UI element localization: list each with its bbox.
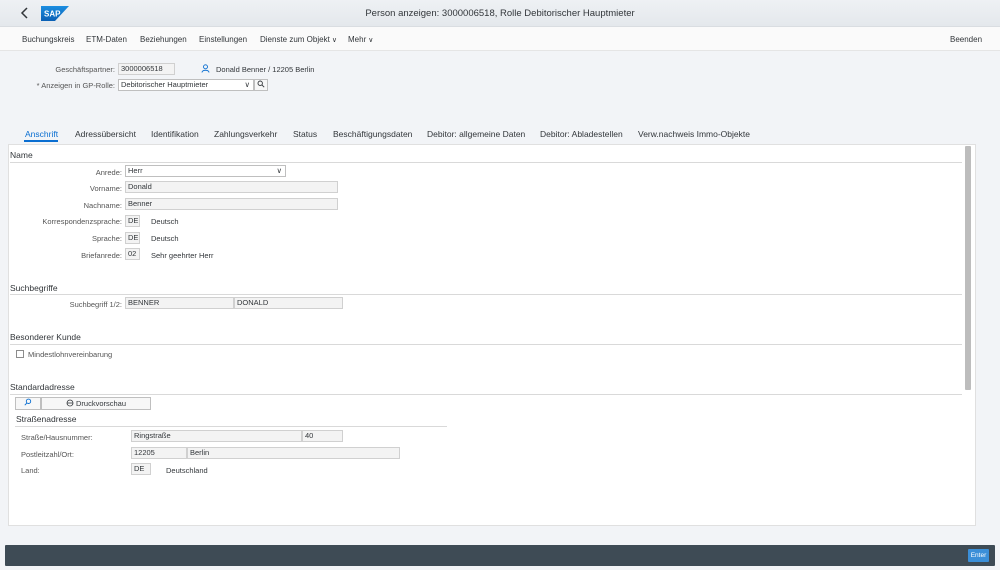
anrede-select[interactable]: Herr ∨ bbox=[125, 165, 286, 177]
vertical-scrollbar[interactable] bbox=[965, 146, 971, 390]
person-icon bbox=[201, 64, 210, 75]
search-icon bbox=[24, 398, 32, 406]
chevron-down-icon: ∨ bbox=[331, 37, 337, 44]
menu-label: Dienste zum Objekt bbox=[260, 35, 330, 44]
suchbegriff-label: Suchbegriff 1/2: bbox=[69, 300, 122, 309]
tab-debitor-allgemein[interactable]: Debitor: allgemeine Daten bbox=[427, 129, 525, 139]
enter-button[interactable]: Enter bbox=[968, 549, 989, 562]
briefanrede-text: Sehr geehrter Herr bbox=[151, 251, 214, 260]
korrespondenzsprache-label: Korrespondenzsprache: bbox=[42, 217, 122, 226]
tab-status[interactable]: Status bbox=[293, 129, 317, 139]
tab-identifikation[interactable]: Identifikation bbox=[151, 129, 199, 139]
vorname-label: Vorname: bbox=[89, 184, 122, 193]
tab-bar: Anschrift Adressübersicht Identifikation… bbox=[0, 124, 1000, 144]
exit-button[interactable]: Beenden bbox=[950, 35, 982, 44]
tab-debitor-abladestellen[interactable]: Debitor: Abladestellen bbox=[540, 129, 623, 139]
sprache-field[interactable]: DE bbox=[125, 232, 140, 244]
chevron-down-icon: ∨ bbox=[368, 37, 374, 44]
land-field[interactable]: DE bbox=[131, 463, 151, 475]
anrede-value: Herr bbox=[128, 166, 143, 175]
menu-label: Mehr bbox=[348, 35, 367, 44]
menu-item-beziehungen[interactable]: Beziehungen bbox=[140, 35, 187, 44]
section-divider bbox=[10, 162, 962, 163]
menu-item-etm-daten[interactable]: ETM-Daten bbox=[86, 35, 127, 44]
suchbegriff2-field[interactable]: DONALD bbox=[234, 297, 343, 309]
menu-item-einstellungen[interactable]: Einstellungen bbox=[199, 35, 247, 44]
strasse-field[interactable]: Ringstraße bbox=[131, 430, 302, 442]
suchbegriff1-field[interactable]: BENNER bbox=[125, 297, 234, 309]
tab-zahlungsverkehr[interactable]: Zahlungsverkehr bbox=[214, 129, 277, 139]
briefanrede-field[interactable]: 02 bbox=[125, 248, 140, 260]
tab-beschaeftigungsdaten[interactable]: Beschäftigungsdaten bbox=[333, 129, 412, 139]
land-text: Deutschland bbox=[166, 466, 208, 475]
section-title-besonderer-kunde: Besonderer Kunde bbox=[10, 332, 81, 342]
role-label: * Anzeigen in GP-Rolle: bbox=[36, 81, 115, 90]
section-title-standardadresse: Standardadresse bbox=[10, 382, 75, 392]
partner-description: Donald Benner / 12205 Berlin bbox=[216, 65, 315, 74]
anrede-label: Anrede: bbox=[95, 168, 122, 177]
partner-label: Geschäftspartner: bbox=[55, 65, 115, 74]
menu-item-dienste-zum-objekt[interactable]: Dienste zum Objekt ∨ bbox=[260, 35, 337, 44]
partner-field[interactable]: 3000006518 bbox=[118, 63, 175, 75]
shell-header: SAP Person anzeigen: 3000006518, Rolle D… bbox=[0, 0, 1000, 27]
role-value: Debitorischer Hauptmieter bbox=[121, 80, 209, 89]
menu-item-mehr[interactable]: Mehr ∨ bbox=[348, 35, 373, 44]
section-divider bbox=[10, 294, 962, 295]
section-divider bbox=[10, 344, 962, 345]
land-label: Land: bbox=[21, 466, 40, 475]
briefanrede-label: Briefanrede: bbox=[81, 251, 122, 260]
section-title-suchbegriffe: Suchbegriffe bbox=[10, 283, 58, 293]
print-preview-label: Druckvorschau bbox=[75, 399, 127, 408]
plz-label: Postleitzahl/Ort: bbox=[21, 450, 74, 459]
active-tab-indicator bbox=[24, 140, 58, 142]
search-icon bbox=[257, 80, 265, 88]
section-divider bbox=[15, 426, 447, 427]
tab-adressuebersicht[interactable]: Adressübersicht bbox=[75, 129, 136, 139]
zoom-button[interactable] bbox=[15, 397, 41, 410]
chevron-down-icon: ∨ bbox=[244, 80, 251, 89]
korrespondenzsprache-field[interactable]: DE bbox=[125, 215, 140, 227]
chevron-down-icon: ∨ bbox=[276, 166, 283, 175]
content-panel: Name Anrede: Herr ∨ Vorname: Donald Nach… bbox=[8, 144, 976, 526]
sprache-text: Deutsch bbox=[151, 234, 179, 243]
section-title-strassenadresse: Straßenadresse bbox=[16, 414, 77, 424]
plz-field[interactable]: 12205 bbox=[131, 447, 187, 459]
nachname-field[interactable]: Benner bbox=[125, 198, 338, 210]
tab-verwendungsnachweis[interactable]: Verw.nachweis Immo-Objekte bbox=[638, 129, 750, 139]
ort-field[interactable]: Berlin bbox=[187, 447, 400, 459]
menu-item-buchungskreis[interactable]: Buchungskreis bbox=[22, 35, 74, 44]
sprache-label: Sprache: bbox=[91, 234, 122, 243]
hausnummer-field[interactable]: 40 bbox=[302, 430, 343, 442]
search-button[interactable] bbox=[254, 79, 268, 91]
mindestlohn-label: Mindestlohnvereinbarung bbox=[28, 350, 113, 359]
korrespondenzsprache-text: Deutsch bbox=[151, 217, 179, 226]
print-preview-button[interactable]: Druckvorschau bbox=[41, 397, 151, 410]
strasse-label: Straße/Hausnummer: bbox=[21, 433, 93, 442]
menu-bar: Buchungskreis ETM-Daten Beziehungen Eins… bbox=[0, 27, 1000, 51]
nachname-label: Nachname: bbox=[83, 201, 122, 210]
tab-anschrift[interactable]: Anschrift bbox=[25, 129, 58, 139]
page-title: Person anzeigen: 3000006518, Rolle Debit… bbox=[365, 8, 635, 19]
vorname-field[interactable]: Donald bbox=[125, 181, 338, 193]
section-title-name: Name bbox=[10, 150, 33, 160]
mindestlohn-checkbox[interactable] bbox=[16, 350, 24, 358]
footer-bar: Enter bbox=[5, 545, 995, 566]
section-divider bbox=[10, 394, 962, 395]
role-select[interactable]: Debitorischer Hauptmieter ∨ bbox=[118, 79, 254, 91]
print-preview-icon bbox=[66, 399, 74, 407]
